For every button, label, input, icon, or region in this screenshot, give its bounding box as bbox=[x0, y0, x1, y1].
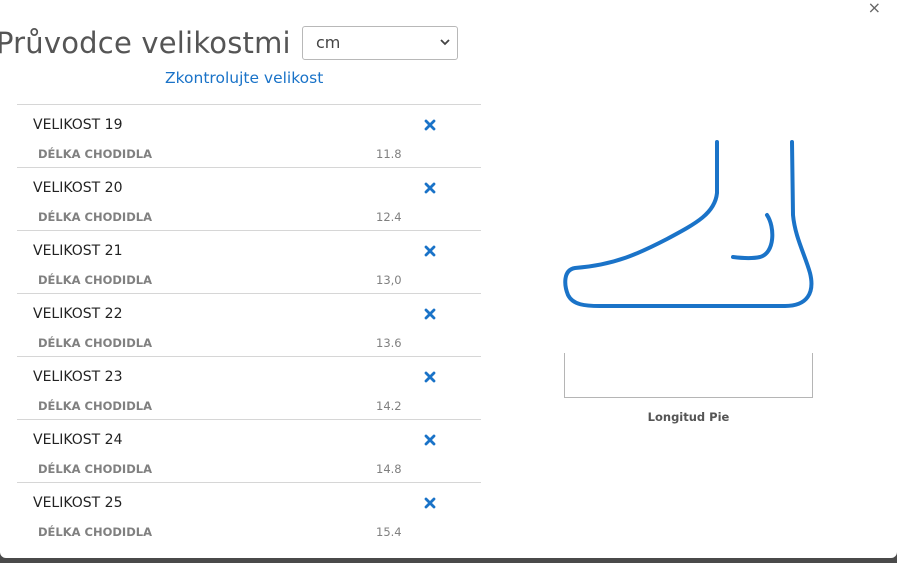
foot-length-value: 13.6 bbox=[376, 336, 402, 350]
foot-length-caption: Longitud Pie bbox=[647, 410, 730, 424]
foot-length-value: 13,0 bbox=[376, 273, 402, 287]
size-name: VELIKOST 19 bbox=[33, 117, 123, 133]
size-name: VELIKOST 25 bbox=[33, 495, 123, 511]
remove-icon[interactable] bbox=[423, 370, 437, 384]
foot-length-label: DÉLKA CHODIDLA bbox=[38, 525, 152, 539]
foot-length-value: 11.8 bbox=[376, 147, 402, 161]
size-row: VELIKOST 20 DÉLKA CHODIDLA 12.4 bbox=[17, 167, 481, 230]
unit-select[interactable]: cm bbox=[302, 26, 458, 60]
size-list: VELIKOST 19 DÉLKA CHODIDLA 11.8 VELIKOST… bbox=[17, 104, 481, 545]
size-guide-modal: × Průvodce velikostmi cm Zkontrolujte ve… bbox=[0, 0, 897, 558]
size-name: VELIKOST 24 bbox=[33, 432, 123, 448]
foot-length-label: DÉLKA CHODIDLA bbox=[38, 210, 152, 224]
page-title: Průvodce velikostmi bbox=[0, 26, 291, 60]
remove-icon[interactable] bbox=[423, 181, 437, 195]
foot-length-label: DÉLKA CHODIDLA bbox=[38, 336, 152, 350]
size-name: VELIKOST 21 bbox=[33, 243, 123, 259]
size-name: VELIKOST 22 bbox=[33, 306, 123, 322]
foot-length-value: 12.4 bbox=[376, 210, 402, 224]
foot-outline-icon bbox=[563, 140, 814, 308]
size-row: VELIKOST 24 DÉLKA CHODIDLA 14.8 bbox=[17, 419, 481, 482]
foot-length-label: DÉLKA CHODIDLA bbox=[38, 399, 152, 413]
size-row: VELIKOST 22 DÉLKA CHODIDLA 13.6 bbox=[17, 293, 481, 356]
check-size-link[interactable]: Zkontrolujte velikost bbox=[165, 69, 323, 87]
size-name: VELIKOST 23 bbox=[33, 369, 123, 385]
foot-length-value: 14.2 bbox=[376, 399, 402, 413]
remove-icon[interactable] bbox=[423, 307, 437, 321]
foot-length-label: DÉLKA CHODIDLA bbox=[38, 147, 152, 161]
unit-select-value: cm bbox=[316, 33, 341, 52]
size-row: VELIKOST 19 DÉLKA CHODIDLA 11.8 bbox=[17, 104, 481, 167]
foot-length-label: DÉLKA CHODIDLA bbox=[38, 462, 152, 476]
remove-icon[interactable] bbox=[423, 433, 437, 447]
foot-length-value: 15.4 bbox=[376, 525, 402, 539]
size-name: VELIKOST 20 bbox=[33, 180, 123, 196]
size-row: VELIKOST 23 DÉLKA CHODIDLA 14.2 bbox=[17, 356, 481, 419]
close-icon[interactable]: × bbox=[868, 0, 881, 17]
remove-icon[interactable] bbox=[423, 118, 437, 132]
foot-length-value: 14.8 bbox=[376, 462, 402, 476]
remove-icon[interactable] bbox=[423, 496, 437, 510]
foot-length-label: DÉLKA CHODIDLA bbox=[38, 273, 152, 287]
size-row: VELIKOST 25 DÉLKA CHODIDLA 15.4 bbox=[17, 482, 481, 545]
foot-length-box bbox=[564, 353, 813, 398]
remove-icon[interactable] bbox=[423, 244, 437, 258]
size-row: VELIKOST 21 DÉLKA CHODIDLA 13,0 bbox=[17, 230, 481, 293]
chevron-down-icon bbox=[440, 39, 450, 46]
